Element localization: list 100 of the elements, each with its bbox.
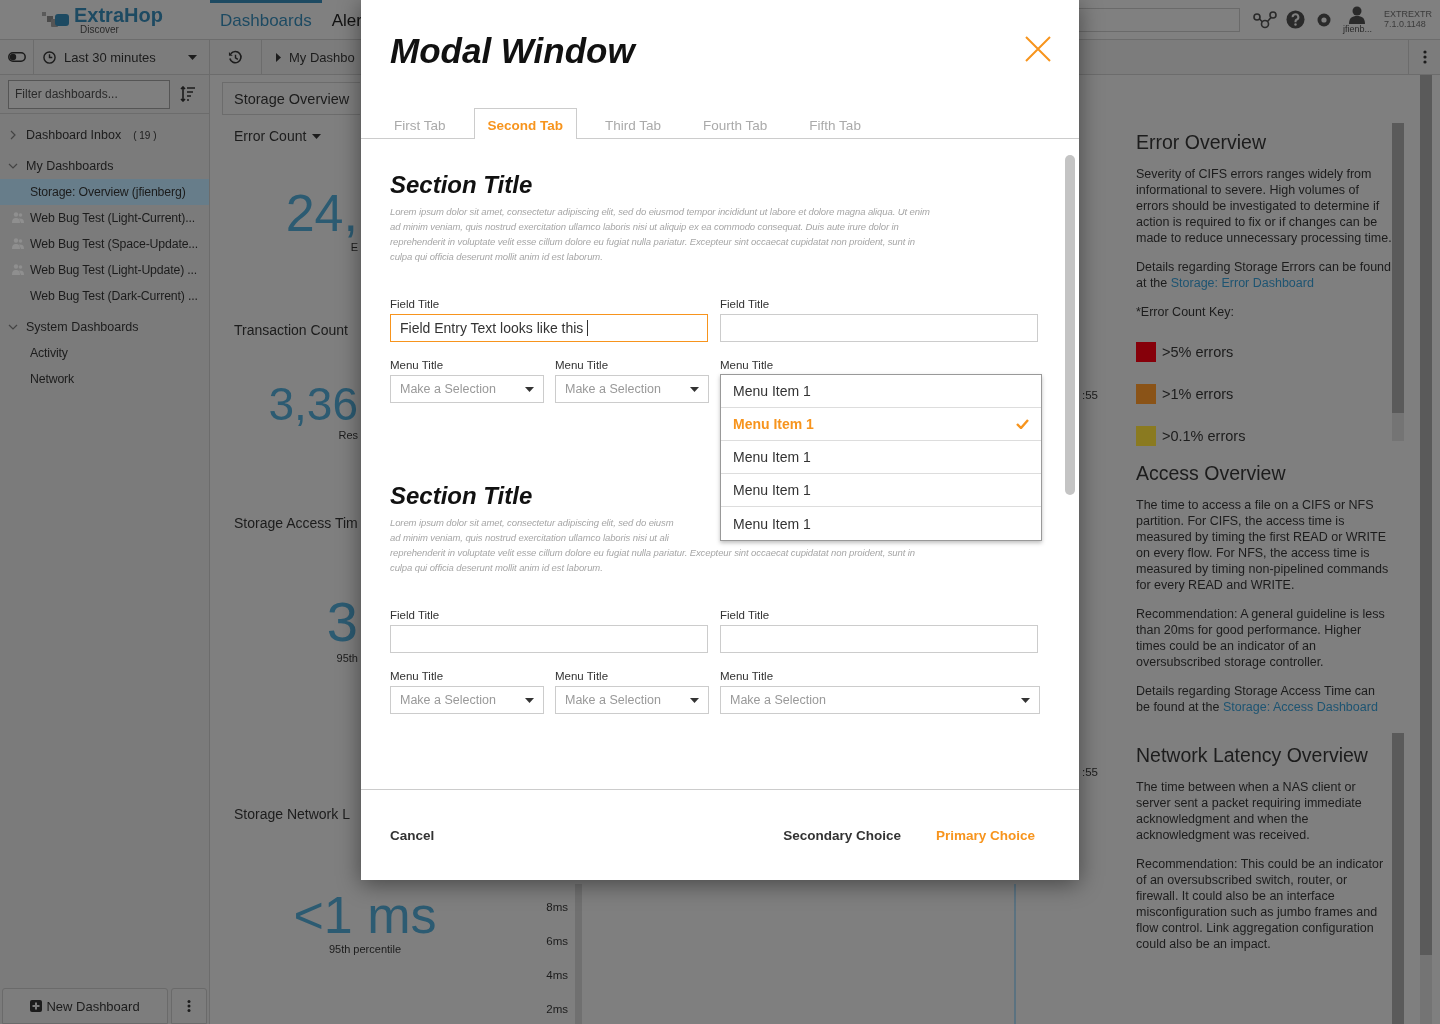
caret-icon bbox=[690, 697, 699, 703]
select-dropdown[interactable]: Make a Selection bbox=[720, 686, 1040, 714]
tree-item[interactable]: My Dashboards bbox=[0, 153, 209, 179]
metric-caption: E bbox=[349, 241, 358, 253]
time-range-dropdown[interactable]: Last 30 minutes bbox=[34, 40, 210, 74]
section-heading: Error Overview bbox=[1136, 130, 1268, 154]
caret-icon bbox=[312, 133, 322, 139]
toggle-icon[interactable] bbox=[7, 52, 26, 62]
menu-item[interactable]: Menu Item 1 bbox=[721, 375, 1041, 408]
description-text: Lorem ipsum dolor sit amet, consectetur adipiscing elit, sed do eiusm bbox=[390, 516, 674, 530]
scrollbar-thumb[interactable] bbox=[1420, 75, 1432, 955]
caret-icon bbox=[525, 697, 534, 703]
dashboard-tab[interactable]: Storage Overview bbox=[222, 82, 360, 115]
filter-field[interactable]: Filter dashboards... bbox=[8, 79, 170, 109]
section-heading: Access Overview bbox=[1136, 461, 1287, 485]
dashboard-link[interactable]: Storage: Access Dashboard bbox=[1222, 700, 1378, 714]
widget-title: Error Count bbox=[234, 128, 307, 144]
legend-label: >5% errors bbox=[1162, 344, 1234, 360]
text-field[interactable] bbox=[390, 625, 708, 653]
field-label: Field Title bbox=[720, 608, 771, 622]
dashboard-link[interactable]: Storage: Error Dashboard bbox=[1170, 276, 1314, 290]
select-dropdown[interactable]: Make a Selection bbox=[555, 375, 709, 403]
text-field[interactable]: Field Entry Text looks like this bbox=[390, 314, 708, 342]
menu-item[interactable]: Menu Item 1 bbox=[721, 441, 1041, 474]
field-label: Field Title bbox=[720, 297, 771, 311]
axis-tick-label: 8ms bbox=[545, 900, 569, 915]
plus-icon bbox=[30, 1000, 43, 1012]
brand-tagline: Discover bbox=[80, 24, 119, 35]
appliance-name: EXTREXTR bbox=[1384, 9, 1432, 20]
dashboard-item[interactable]: Web Bug Test (Light-Current)... bbox=[0, 205, 209, 231]
paragraph: The time to access a file on a CIFS or NFS partition. For CIFS, the access time is measured by timing the first READ or WRITE on every flow. For NFS, the access time is measured by timing non-pipelined commands for every READ and WRITE. bbox=[1136, 497, 1390, 593]
search-field[interactable] bbox=[1076, 7, 1240, 32]
menu-item[interactable]: Menu Item 1 bbox=[721, 408, 1041, 441]
brand-name: ExtraHop bbox=[74, 4, 163, 25]
axis-tick-label: 6ms bbox=[545, 934, 569, 949]
dashboard-item[interactable]: Activity bbox=[0, 340, 209, 366]
select-dropdown[interactable]: Make a Selection bbox=[555, 686, 709, 714]
scrollbar-thumb[interactable] bbox=[1392, 123, 1404, 413]
menu-label: Menu Title bbox=[390, 358, 445, 372]
metric-value: 24, bbox=[284, 185, 358, 241]
help-icon[interactable] bbox=[1285, 10, 1305, 29]
axis-tick-label: 2ms bbox=[545, 1002, 569, 1017]
user-menu[interactable]: jfienb... bbox=[1342, 5, 1372, 34]
tab[interactable]: Second Tab bbox=[473, 108, 578, 139]
tab[interactable]: Third Tab bbox=[591, 109, 676, 139]
description-text: culpa qui officia deserunt mollit anim id est laborum. bbox=[390, 561, 603, 575]
axis-tick-label: 4ms bbox=[545, 968, 569, 983]
close-icon[interactable] bbox=[1025, 36, 1051, 62]
text-field[interactable] bbox=[720, 625, 1038, 653]
version-number: 7.1.0.1148 bbox=[1384, 19, 1427, 30]
tab[interactable]: Fourth Tab bbox=[689, 109, 782, 139]
dashboard-item[interactable]: Web Bug Test (Light-Update) ... bbox=[0, 257, 209, 283]
legend-label: >0.1% errors bbox=[1162, 428, 1246, 444]
tree-item[interactable]: Dashboard Inbox ( 19 ) bbox=[0, 122, 209, 148]
axis-tick-label: :55 bbox=[1081, 765, 1099, 779]
cancel-button[interactable]: Cancel bbox=[390, 823, 435, 847]
tab[interactable]: First Tab bbox=[380, 109, 460, 139]
dashboard-item[interactable]: Storage: Overview (jfienberg) bbox=[0, 179, 209, 205]
caret-right-icon bbox=[276, 52, 281, 62]
breadcrumb[interactable]: My Dashbo bbox=[289, 49, 355, 65]
metric-value: 3,36 bbox=[267, 379, 358, 429]
tree-item[interactable]: System Dashboards bbox=[0, 314, 209, 340]
text-field[interactable] bbox=[720, 314, 1038, 342]
menu-item[interactable]: Menu Item 1 bbox=[721, 507, 1041, 540]
dashboard-item[interactable]: Network bbox=[0, 366, 209, 392]
history-icon[interactable] bbox=[228, 49, 243, 65]
metric-value: <1 ms bbox=[292, 887, 438, 943]
menu-label: Menu Title bbox=[390, 669, 445, 683]
axis-tick-label: :55 bbox=[1081, 388, 1099, 402]
paragraph: Recommendation: This could be an indicator of an oversubscribed switch, router, or firewall. It could also be an interface misconfiguration such as jumbo frames and flow control. Link aggregation configuration could also be an impact. bbox=[1136, 856, 1385, 952]
description-text: culpa qui officia deserunt mollit anim id est laborum. bbox=[390, 250, 603, 264]
sort-icon[interactable] bbox=[180, 86, 196, 102]
dashboard-item[interactable]: Web Bug Test (Dark-Current) ... bbox=[0, 283, 209, 309]
widget-title: Storage Network L bbox=[234, 806, 350, 822]
new-dashboard-button[interactable]: New Dashboard bbox=[2, 988, 168, 1024]
user-icon bbox=[1348, 5, 1367, 24]
primary-button[interactable]: Primary Choice bbox=[935, 823, 1035, 847]
paragraph: Details regarding Storage Access Time can be found at the Storage: Access Dashboard bbox=[1136, 683, 1379, 715]
legend-label: >1% errors bbox=[1162, 386, 1234, 402]
scrollbar-thumb[interactable] bbox=[1065, 155, 1075, 495]
menu-item[interactable]: Menu Item 1 bbox=[721, 474, 1041, 507]
scrollbar-thumb[interactable] bbox=[1392, 733, 1404, 1024]
metric-value: 3 bbox=[325, 592, 358, 652]
network-icon[interactable] bbox=[1252, 10, 1277, 29]
widget-title: Transaction Count bbox=[234, 322, 348, 338]
menu-label: Menu Title bbox=[555, 669, 610, 683]
more-button[interactable] bbox=[171, 988, 207, 1024]
field-label: Field Title bbox=[390, 297, 441, 311]
kebab-menu-icon bbox=[187, 1000, 191, 1012]
menu-label: Menu Title bbox=[555, 358, 610, 372]
secondary-button[interactable]: Secondary Choice bbox=[783, 823, 901, 847]
chevron-down-icon bbox=[8, 163, 18, 169]
select-dropdown[interactable]: Make a Selection bbox=[390, 375, 544, 403]
dashboard-item[interactable]: Web Bug Test (Space-Update... bbox=[0, 231, 209, 257]
caret-icon bbox=[690, 386, 699, 392]
menu-label: Menu Title bbox=[720, 669, 775, 683]
select-dropdown[interactable]: Make a Selection bbox=[390, 686, 544, 714]
section-title: Section Title bbox=[390, 170, 533, 200]
kebab-menu-icon[interactable] bbox=[1422, 50, 1427, 64]
tab[interactable]: Fifth Tab bbox=[795, 109, 875, 139]
